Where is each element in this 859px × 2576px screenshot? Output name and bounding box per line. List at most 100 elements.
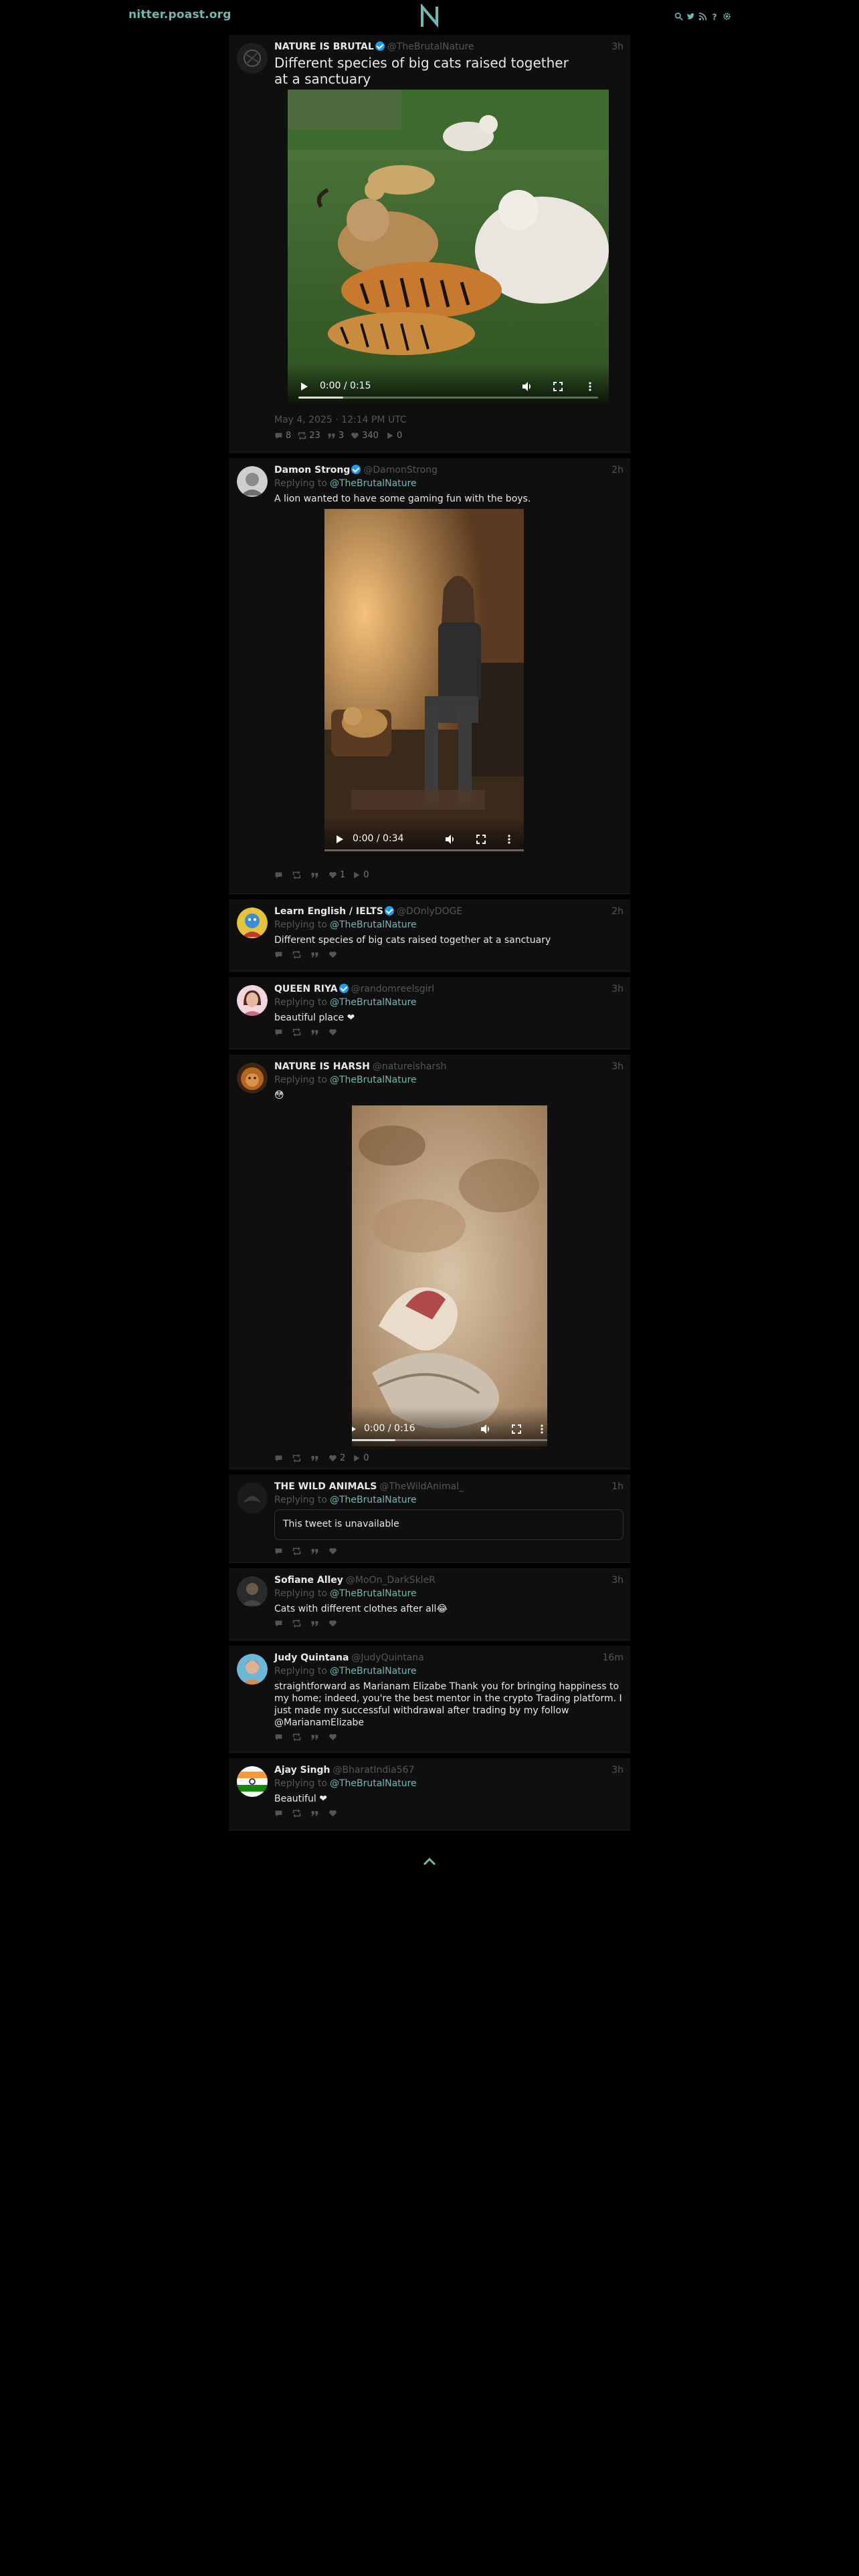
like-stat[interactable] [328,1733,340,1741]
reply-tweet[interactable]: Judy Quintana @JudyQuintana 16m Replying … [229,1646,630,1753]
username[interactable]: @TheWildAnimal_ [379,1481,464,1492]
avatar[interactable] [237,1654,268,1685]
reply-stat[interactable] [274,1619,286,1628]
retweet-stat[interactable] [292,1809,304,1818]
video-player[interactable]: 0:00 / 0:34 [324,509,524,857]
username[interactable]: @JudyQuintana [351,1652,423,1663]
username[interactable]: @BharatIndia567 [333,1765,415,1776]
tweet-date[interactable]: 3h [611,1765,624,1776]
replying-to-link[interactable]: @TheBrutalNature [330,1495,417,1505]
fullname[interactable]: Learn English / IELTS [274,906,383,917]
reply-stat[interactable]: 8 [274,431,291,441]
tweet-date[interactable]: 2h [611,465,624,475]
reply-tweet[interactable]: Sofiane Alley @MoOn_DarkSkleR 3h Replying… [229,1568,630,1640]
replying-to-link[interactable]: @TheBrutalNature [330,1075,417,1085]
reply-stat[interactable] [274,1454,286,1463]
tweet-date[interactable]: 3h [611,984,624,994]
tweet-date[interactable]: 3h [611,1575,624,1586]
quote-stat[interactable] [310,1809,322,1818]
tweet-date[interactable]: 16m [603,1652,624,1663]
username[interactable]: @DamonStrong [363,465,438,475]
retweet-stat[interactable] [292,950,304,959]
fullscreen-icon[interactable] [476,834,486,845]
tweet-date[interactable]: 3h [611,41,624,52]
quote-stat[interactable] [310,950,322,959]
volume-icon[interactable] [445,834,456,845]
replying-to-link[interactable]: @TheBrutalNature [330,920,417,930]
fullname[interactable]: Damon Strong [274,465,350,475]
reply-stat[interactable] [274,1028,286,1037]
quote-stat[interactable] [310,871,322,879]
nitter-logo[interactable] [419,3,440,29]
more-options-icon[interactable] [537,1424,547,1434]
like-stat[interactable]: 2 [328,1453,345,1463]
like-stat[interactable] [328,1028,340,1037]
username[interactable]: @TheBrutalNature [387,41,474,52]
reply-tweet[interactable]: NATURE IS HARSH @natureisharsh 3h Replyin… [229,1055,630,1469]
main-tweet[interactable]: NATURE IS BRUTAL @TheBrutalNature 3h Diff… [229,35,630,453]
site-link[interactable]: nitter.poast.org [128,8,231,21]
quote-stat[interactable] [310,1454,322,1463]
username[interactable]: @MoOn_DarkSkleR [346,1575,436,1586]
tweet-date[interactable]: 3h [611,1061,624,1072]
reply-tweet[interactable]: Learn English / IELTS @DOnlyDOGE 2h Reply… [229,899,630,972]
video-player[interactable]: 0:00 / 0:16 [352,1105,547,1446]
published-date[interactable]: May 4, 2025 · 12:14 PM UTC [274,415,407,425]
avatar[interactable] [237,1063,268,1093]
like-stat[interactable] [328,950,340,959]
retweet-stat[interactable] [292,1547,304,1555]
fullscreen-icon[interactable] [511,1424,522,1434]
like-stat[interactable]: 340 [351,431,379,441]
reply-stat[interactable] [274,1547,286,1555]
reply-tweet[interactable]: Damon Strong @DamonStrong 2h Replying to @… [229,458,630,894]
username[interactable]: @randomreelsgirl [351,984,435,994]
replying-to-link[interactable]: @TheBrutalNature [330,478,417,489]
volume-icon[interactable] [480,1424,491,1434]
like-stat[interactable] [328,1547,340,1555]
reply-tweet[interactable]: THE WILD ANIMALS @TheWildAnimal_ 1h Reply… [229,1475,630,1563]
retweet-stat[interactable] [292,1619,304,1628]
avatar[interactable] [237,1483,268,1513]
more-options-icon[interactable] [585,381,595,392]
replying-to-link[interactable]: @TheBrutalNature [330,1666,417,1677]
avatar[interactable] [237,1766,268,1797]
info-icon[interactable]: ? [710,11,719,21]
fullname[interactable]: Sofiane Alley [274,1575,343,1586]
reply-stat[interactable] [274,871,286,879]
reply-stat[interactable] [274,950,286,959]
fullname[interactable]: THE WILD ANIMALS [274,1481,377,1492]
fullname[interactable]: NATURE IS BRUTAL [274,41,374,52]
avatar[interactable] [237,43,268,74]
avatar[interactable] [237,1576,268,1607]
like-stat[interactable] [328,1809,340,1818]
tweet-date[interactable]: 1h [611,1481,624,1492]
fullname[interactable]: Ajay Singh [274,1765,330,1776]
video-progress[interactable] [298,397,598,399]
reply-tweet[interactable]: QUEEN RIYA @randomreelsgirl 3h Replying t… [229,977,630,1049]
more-options-icon[interactable] [504,834,514,845]
replying-to-link[interactable]: @TheBrutalNature [330,1588,417,1599]
quote-stat[interactable] [310,1547,322,1555]
avatar[interactable] [237,466,268,497]
retweet-stat[interactable] [292,1454,304,1463]
twitter-icon[interactable] [686,11,695,21]
video-progress[interactable] [324,849,524,851]
retweet-stat[interactable] [292,1733,304,1741]
like-stat[interactable] [328,1619,340,1628]
video-progress[interactable] [352,1439,547,1441]
search-icon[interactable] [674,11,683,21]
fullname[interactable]: NATURE IS HARSH [274,1061,370,1072]
play-icon[interactable] [352,1424,357,1434]
retweet-stat[interactable] [292,871,304,879]
video-player[interactable]: 0:00 / 0:15 [288,90,609,404]
username[interactable]: @natureisharsh [373,1061,446,1072]
username[interactable]: @DOnlyDOGE [397,906,462,917]
fullname[interactable]: QUEEN RIYA [274,984,338,994]
play-icon[interactable] [298,381,309,392]
avatar[interactable] [237,985,268,1016]
quote-stat[interactable]: 3 [327,431,344,441]
like-stat[interactable]: 1 [328,870,345,880]
reply-stat[interactable] [274,1809,286,1818]
volume-icon[interactable] [522,381,533,392]
reply-stat[interactable] [274,1733,286,1741]
